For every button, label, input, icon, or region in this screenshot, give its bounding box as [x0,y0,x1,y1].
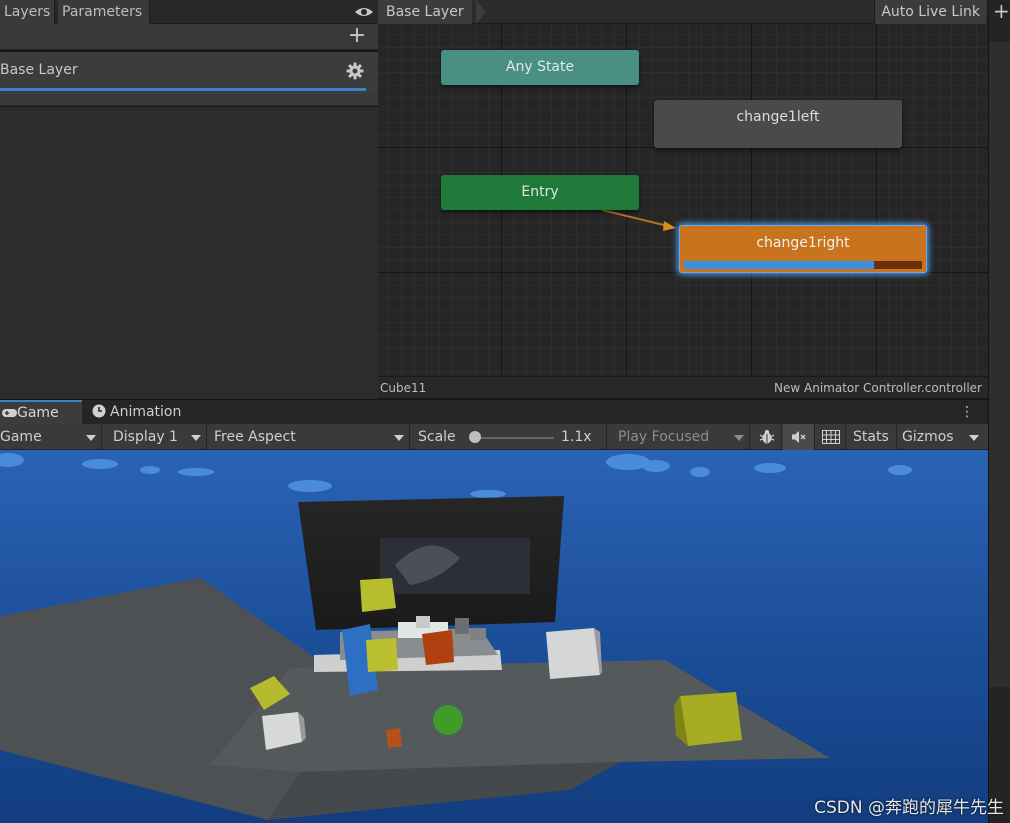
controller-file-name: New Animator Controller.controller [774,381,982,395]
scale-control: Scale 1.1x [411,424,607,450]
state-any-state[interactable]: Any State [441,50,639,85]
animator-left-tabs: Layers Parameters [0,0,378,24]
breadcrumb-arrow [476,0,486,24]
scale-slider-track[interactable] [474,437,554,439]
selected-object-name: Cube11 [380,381,427,395]
eye-icon[interactable] [354,4,374,20]
game-toolbar: Game Display 1 Free Aspect Scale 1.1x Pl… [0,424,988,450]
right-rail: + [988,0,1010,823]
game-tabs: Game Animation ⋮ [0,399,988,425]
game-scene-render [0,450,988,823]
state-entry[interactable]: Entry [441,175,639,210]
tab-game-label: Game [17,405,59,421]
bug-button[interactable] [752,424,782,450]
chevron-down-icon [734,435,744,441]
gear-icon[interactable] [346,62,364,80]
layer-list-spacer [0,94,378,106]
tab-layers[interactable]: Layers [0,0,55,24]
clock-icon [92,404,106,418]
state-progress-bar [684,261,922,269]
gamepad-icon [2,409,17,417]
chevron-down-icon [86,435,96,441]
plus-icon[interactable]: + [993,0,1010,22]
display-dropdown[interactable]: Display 1 [103,424,207,450]
stats-button[interactable]: Stats [847,424,897,450]
tab-animation-label: Animation [110,404,182,420]
play-mode-label: Play Focused [618,429,710,445]
graph-footer: Cube11 New Animator Controller.controlle… [378,376,988,398]
mute-audio-button[interactable] [783,424,815,450]
layer-selected-indicator [0,88,366,91]
layer-name: Base Layer [0,62,78,78]
gizmos-dropdown[interactable]: Gizmos [897,424,988,450]
aspect-dropdown[interactable]: Free Aspect [208,424,410,450]
layers-toolbar: + [0,24,378,50]
view-mode-dropdown[interactable]: Game [0,424,102,450]
scale-slider-thumb[interactable] [469,431,481,443]
view-mode-label: Game [0,429,42,445]
right-rail-strip [989,42,1010,687]
state-change1left[interactable]: change1left [654,100,902,148]
state-progress-fill [684,261,875,269]
scale-label: Scale [418,429,456,445]
state-change1right[interactable]: change1right [679,225,927,273]
game-viewport[interactable] [0,450,988,823]
tab-parameters[interactable]: Parameters [58,0,150,24]
add-layer-button[interactable]: + [346,25,368,48]
kebab-icon[interactable]: ⋮ [960,405,974,419]
mute-icon [792,431,806,443]
aspect-label: Free Aspect [214,429,296,445]
state-change1right-label: change1right [756,235,850,251]
tab-animation[interactable]: Animation [90,400,181,425]
auto-live-link-button[interactable]: Auto Live Link [874,0,986,24]
chevron-down-icon [191,435,201,441]
grid-toggle-button[interactable] [816,424,846,450]
scale-value: 1.1x [561,429,592,445]
display-label: Display 1 [113,429,178,445]
watermark: CSDN @奔跑的犀牛先生 [814,798,1004,818]
bug-icon [759,430,775,444]
tab-game[interactable]: Game [0,400,82,425]
chevron-down-icon [969,435,979,441]
gizmos-label: Gizmos [902,429,954,445]
chevron-down-icon [394,435,404,441]
play-mode-dropdown[interactable]: Play Focused [608,424,750,450]
layers-panel-body [0,107,378,399]
graph-header: Base Layer Auto Live Link [378,0,988,24]
grid-icon [822,430,840,444]
animator-graph[interactable]: Any State change1left Entry change1right [378,24,988,376]
breadcrumb[interactable]: Base Layer [378,0,472,24]
